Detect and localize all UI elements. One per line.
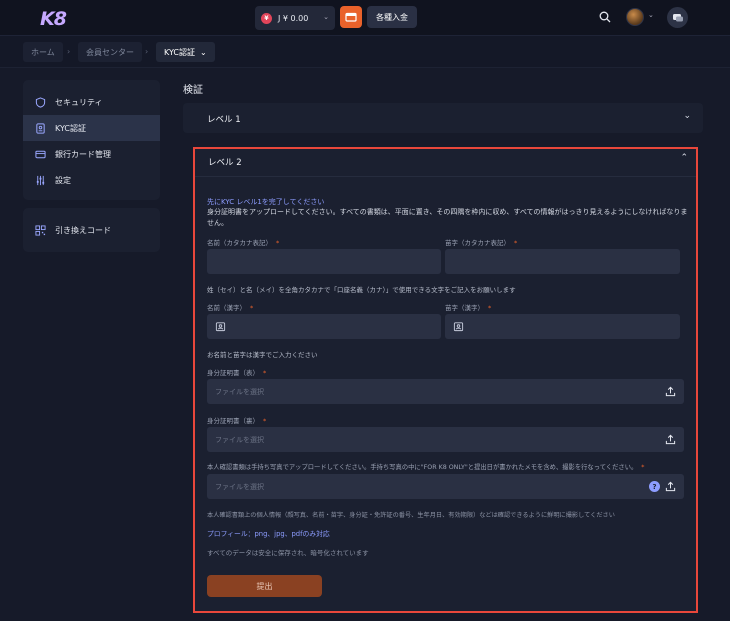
search-icon[interactable] — [597, 9, 613, 25]
chevron-down-icon[interactable]: ⌄ — [648, 11, 654, 19]
file-placeholder: ファイルを選択 — [215, 435, 264, 444]
breadcrumb-kyc[interactable]: KYC認証 ⌄ — [156, 42, 215, 62]
surname-kanji-input[interactable] — [445, 314, 680, 339]
name-kana-label: 名前（カタカナ表記） * — [207, 239, 280, 247]
id-badge-icon — [215, 322, 226, 332]
sidebar-item-settings[interactable]: 設定 — [23, 167, 160, 193]
chat-icon — [672, 13, 683, 21]
deposit-button[interactable]: 各種入金 — [367, 6, 417, 28]
balance-amount: J ¥ 0.00 — [278, 13, 309, 23]
surname-kana-input[interactable] — [445, 249, 680, 274]
name-kanji-label: 名前（漢字） * — [207, 304, 254, 312]
level2-label[interactable]: レベル 2 — [208, 156, 242, 168]
chevron-up-icon[interactable]: ⌃ — [680, 153, 688, 163]
file-placeholder: ファイルを選択 — [215, 387, 264, 396]
id-badge-icon — [453, 322, 464, 332]
file-placeholder: ファイルを選択 — [215, 482, 264, 491]
level1-required-hint: 先にKYC レベル1を完了してください — [207, 198, 325, 206]
sliders-icon — [36, 175, 45, 185]
level2-panel: レベル 2 ⌃ 先にKYC レベル1を完了してください 身分証明書をアップロード… — [193, 147, 698, 613]
sidebar-item-label: KYC認証 — [55, 123, 86, 133]
sidebar-menu: セキュリティ KYC認証 銀行カード管理 設定 — [23, 80, 160, 200]
sidebar-item-security[interactable]: セキュリティ — [23, 89, 160, 115]
name-kana-input[interactable] — [207, 249, 441, 274]
top-bar: K8 ¥ J ¥ 0.00 ⌄ 各種入金 ⌄ — [0, 0, 730, 36]
avatar[interactable] — [626, 8, 644, 26]
sidebar-item-redeem-code[interactable]: 引き換えコード — [23, 217, 160, 243]
sidebar-item-label: 設定 — [55, 175, 71, 185]
chat-button[interactable] — [667, 7, 688, 28]
id-card-icon — [36, 122, 45, 134]
chevron-right-icon: › — [145, 47, 149, 56]
level1-accordion[interactable]: レベル 1 ⌄ — [183, 103, 703, 133]
breadcrumb-member-center[interactable]: 会員センター — [78, 42, 142, 62]
divider — [195, 176, 696, 177]
chevron-down-icon: ⌄ — [200, 47, 207, 57]
id-front-file-input[interactable]: ファイルを選択 — [207, 379, 684, 404]
redeem-code-card: 引き換えコード — [23, 208, 160, 252]
id-front-label: 身分証明書（表） * — [207, 369, 267, 377]
security-note: すべてのデータは安全に保存され、暗号化されています — [207, 549, 369, 557]
breadcrumb-kyc-label: KYC認証 — [164, 47, 195, 57]
balance-selector[interactable]: ¥ J ¥ 0.00 ⌄ — [255, 6, 335, 30]
personal-info-note: 本人確認書類上の個人情報（顔写真、名前・苗字、身分証・免許証の番号、生年月日、有… — [207, 512, 615, 519]
sidebar-item-kyc[interactable]: KYC認証 — [23, 115, 160, 141]
upload-icon[interactable] — [665, 481, 676, 492]
kana-note: 姓（セイ）と名（メイ）を全角カタカナで「口座名義（カナ）」で使用できる文字をご記… — [207, 286, 516, 294]
selfie-file-input[interactable]: ファイルを選択 ? — [207, 474, 684, 499]
help-icon[interactable]: ? — [649, 481, 660, 492]
upload-icon[interactable] — [665, 434, 676, 445]
breadcrumb-home[interactable]: ホーム — [23, 42, 63, 62]
sidebar-item-bank-card[interactable]: 銀行カード管理 — [23, 141, 160, 167]
formats-note: プロフィール：png、jpg、pdfのみ対応 — [207, 530, 330, 538]
chevron-right-icon: › — [67, 47, 71, 56]
id-back-label: 身分証明書（裏） * — [207, 417, 267, 425]
selfie-label: 本人確認書類は手持ち写真でアップロードしてください。手持ち写真の中に"FOR K… — [207, 464, 645, 471]
chevron-down-icon: ⌄ — [323, 13, 329, 21]
upload-instructions: 身分証明書をアップロードしてください。すべての書類は、平面に置き、その四隅を枠内… — [207, 208, 688, 227]
surname-kana-label: 苗字（カタカナ表記） * — [445, 239, 518, 247]
surname-kanji-label: 苗字（漢字） * — [445, 304, 492, 312]
wallet-button[interactable] — [340, 6, 362, 28]
sidebar-item-label: 引き換えコード — [55, 225, 111, 235]
id-back-file-input[interactable]: ファイルを選択 — [207, 427, 684, 452]
credit-card-icon — [35, 150, 46, 158]
wallet-icon — [345, 12, 357, 22]
chevron-down-icon: ⌄ — [683, 111, 691, 121]
currency-coin-icon: ¥ — [261, 12, 272, 24]
upload-icon[interactable] — [665, 386, 676, 397]
submit-button[interactable]: 提出 — [207, 575, 322, 597]
name-kanji-input[interactable] — [207, 314, 441, 339]
qr-code-icon — [35, 224, 46, 236]
kanji-note: お名前と苗字は漢字でご入力ください — [207, 351, 318, 359]
sidebar-item-label: 銀行カード管理 — [55, 149, 111, 159]
level1-label: レベル 1 — [207, 115, 241, 125]
k8-logo[interactable]: K8 — [40, 8, 67, 30]
page-title: 検証 — [183, 85, 203, 96]
sidebar-item-label: セキュリティ — [55, 97, 103, 107]
shield-icon — [35, 96, 46, 108]
